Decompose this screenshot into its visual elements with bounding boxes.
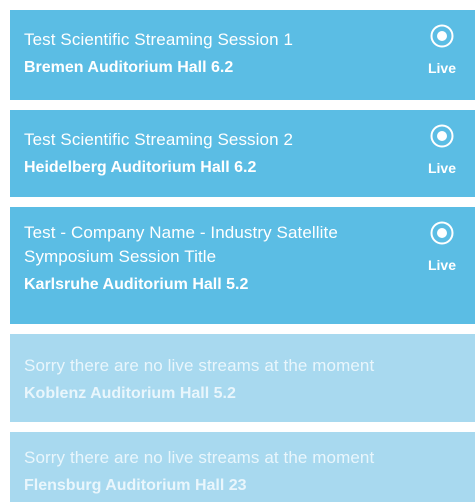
session-title: Test Scientific Streaming Session 1 — [24, 30, 294, 49]
session-title-line-1: Test - Company Name - Industry Satellite — [24, 223, 338, 242]
live-label: Live — [427, 160, 456, 176]
no-stream-message: Sorry there are no live streams at the m… — [24, 448, 375, 467]
session-hall: Heidelberg Auditorium Hall 6.2 — [24, 159, 257, 176]
live-label: Live — [427, 60, 456, 76]
session-card-bremen[interactable]: Test Scientific Streaming Session 1 Brem… — [10, 10, 475, 100]
session-card-karlsruhe[interactable]: Test - Company Name - Industry Satellite… — [10, 207, 475, 324]
no-stream-message: Sorry there are no live streams at the m… — [24, 356, 375, 375]
live-badge[interactable]: Live — [423, 221, 461, 273]
stream-session-list: Test Scientific Streaming Session 1 Brem… — [10, 10, 475, 502]
session-title: Test Scientific Streaming Session 2 — [24, 130, 294, 149]
session-card-flensburg: Sorry there are no live streams at the m… — [10, 432, 475, 502]
session-hall: Koblenz Auditorium Hall 5.2 — [24, 385, 236, 402]
live-badge[interactable]: Live — [423, 124, 461, 176]
session-card-heidelberg[interactable]: Test Scientific Streaming Session 2 Heid… — [10, 110, 475, 197]
live-badge[interactable]: Live — [423, 24, 461, 76]
live-label: Live — [427, 257, 456, 273]
session-hall: Flensburg Auditorium Hall 23 — [24, 477, 247, 494]
live-stream-icon — [430, 124, 454, 148]
session-card-koblenz: Sorry there are no live streams at the m… — [10, 334, 475, 422]
live-stream-icon — [430, 221, 454, 245]
session-hall: Karlsruhe Auditorium Hall 5.2 — [24, 276, 249, 293]
session-title-line-2: Symposium Session Title — [24, 247, 217, 266]
session-hall: Bremen Auditorium Hall 6.2 — [24, 59, 234, 76]
live-stream-icon — [430, 24, 454, 48]
